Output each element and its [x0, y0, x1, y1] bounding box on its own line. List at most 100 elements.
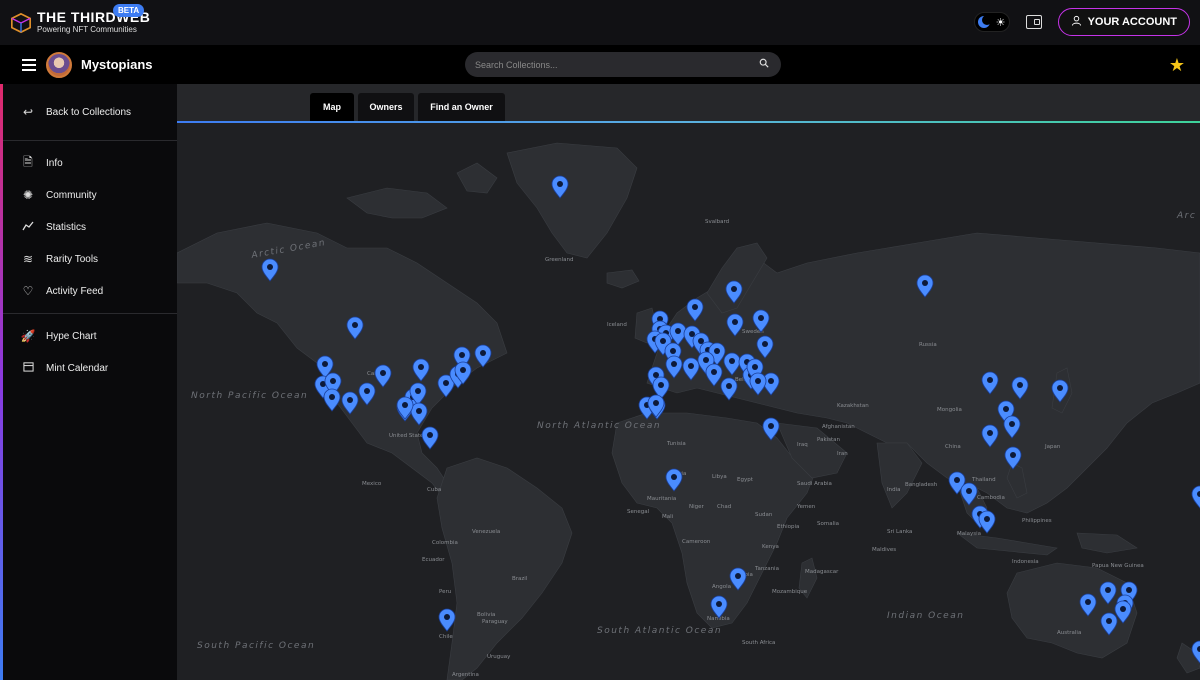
line-chart-icon [20, 220, 36, 234]
theme-toggle[interactable]: ☀ [973, 12, 1010, 32]
tab-find-an-owner[interactable]: Find an Owner [418, 93, 505, 121]
place-label: Tanzania [754, 566, 779, 572]
thirdweb-logo[interactable]: THE THIRDWEB Powering NFT Communities BE… [10, 4, 150, 35]
sidebar-item-label: Info [46, 157, 63, 169]
place-label: Brazil [512, 576, 528, 582]
world-map[interactable]: Arctic Ocean North Pacific Ocean North A… [177, 123, 1200, 680]
tab-map[interactable]: Map [310, 93, 354, 121]
sidebar: ↩ Back to Collections 🗎 Info ✺ Community… [0, 84, 177, 680]
sidebar-item-info[interactable]: 🗎 Info [3, 147, 177, 179]
place-label: Egypt [737, 477, 754, 483]
wallet-icon[interactable] [1025, 15, 1042, 29]
place-label: Argentina [452, 672, 479, 678]
heartbeat-icon: ♡ [22, 284, 34, 298]
ocean-label: Arc [1176, 211, 1196, 221]
place-label: Uruguay [487, 654, 511, 660]
search-icon[interactable] [759, 58, 773, 71]
tabs-bar: Map Owners Find an Owner [177, 84, 1200, 122]
place-label: Malaysia [957, 531, 981, 537]
map-panel: Map Owners Find an Owner Arctic Ocean No… [177, 84, 1200, 680]
collection-name: Mystopians [81, 57, 153, 72]
place-label: Yemen [796, 504, 816, 510]
place-label: India [887, 487, 901, 493]
place-label: Sri Lanka [887, 529, 912, 535]
place-label: Iceland [607, 322, 627, 328]
place-label: Paraguay [482, 619, 508, 625]
place-label: Mozambique [772, 589, 808, 595]
place-label: Venezuela [472, 529, 500, 535]
place-label: Australia [1057, 630, 1081, 636]
place-label: Cameroon [682, 539, 711, 545]
sidebar-item-community[interactable]: ✺ Community [3, 179, 177, 211]
calendar-icon [20, 361, 36, 375]
place-label: Thailand [971, 477, 996, 483]
collection-nav-bar: Mystopians ★ [0, 45, 1200, 84]
place-label: Chile [439, 634, 453, 640]
sidebar-item-label: Community [46, 189, 97, 201]
tab-owners[interactable]: Owners [358, 93, 414, 121]
search-input[interactable] [475, 59, 759, 70]
place-label: Maldives [872, 547, 896, 553]
layers-icon: ≋ [22, 252, 34, 266]
place-label: Mauritania [647, 496, 676, 502]
rocket-icon: 🚀 [20, 329, 36, 343]
place-label: Tunisia [666, 441, 686, 447]
sidebar-item-label: Statistics [46, 221, 87, 233]
place-label: Colombia [432, 540, 458, 546]
account-label: YOUR ACCOUNT [1087, 16, 1177, 28]
place-label: Kazakhstan [837, 403, 869, 409]
place-label: United States [389, 433, 426, 439]
place-label: Somalia [817, 521, 839, 527]
user-icon [1071, 15, 1082, 29]
logo-subtitle: Powering NFT Communities [37, 25, 137, 34]
collection-avatar [46, 51, 72, 78]
place-label: Cambodia [977, 495, 1005, 501]
place-label: South Africa [742, 640, 775, 646]
place-label: Afghanistan [822, 424, 855, 430]
back-label: Back to Collections [46, 106, 132, 118]
ocean-label: North Pacific Ocean [191, 391, 308, 401]
sidebar-item-mint-calendar[interactable]: Mint Calendar [3, 352, 177, 384]
ocean-label: South Pacific Ocean [197, 641, 315, 651]
ocean-label: South Atlantic Ocean [597, 626, 722, 636]
your-account-button[interactable]: YOUR ACCOUNT [1057, 8, 1190, 36]
search-bar[interactable] [465, 52, 781, 77]
place-label: Sudan [755, 512, 773, 518]
place-label: Cuba [427, 487, 441, 493]
place-label: China [945, 444, 961, 450]
sun-icon: ☀ [995, 16, 1006, 29]
back-arrow-icon: ↩ [22, 105, 34, 119]
place-label: Iran [837, 451, 848, 457]
place-label: Iraq [797, 442, 808, 448]
place-label: Madagascar [805, 569, 839, 575]
place-label: Saudi Arabia [797, 481, 832, 487]
place-label: Ethiopia [777, 524, 799, 530]
place-label: Mali [662, 514, 674, 520]
place-label: Ecuador [422, 557, 445, 563]
ocean-label: Indian Ocean [887, 611, 964, 621]
sidebar-item-label: Hype Chart [46, 330, 97, 342]
place-label: Russia [919, 342, 937, 348]
favorite-star-icon[interactable]: ★ [1169, 56, 1185, 74]
sidebar-item-rarity-tools[interactable]: ≋ Rarity Tools [3, 243, 177, 275]
cube-logo-icon [11, 12, 31, 33]
place-label: Philippines [1022, 518, 1052, 524]
top-bar: THE THIRDWEB Powering NFT Communities BE… [0, 0, 1200, 45]
sidebar-item-hype-chart[interactable]: 🚀 Hype Chart [3, 320, 177, 352]
sidebar-item-label: Rarity Tools [46, 253, 99, 265]
place-label: Japan [1044, 444, 1061, 450]
sidebar-item-activity-feed[interactable]: ♡ Activity Feed [3, 275, 177, 307]
place-label: Greenland [545, 257, 574, 263]
menu-icon[interactable] [22, 58, 36, 71]
document-icon: 🗎 [23, 154, 33, 169]
sidebar-item-statistics[interactable]: Statistics [3, 211, 177, 243]
place-label: Niger [689, 504, 705, 510]
sparkle-icon: ✺ [22, 188, 34, 202]
back-to-collections[interactable]: ↩ Back to Collections [3, 90, 177, 134]
sidebar-item-label: Mint Calendar [46, 362, 109, 374]
place-label: Pakistan [817, 437, 841, 443]
ocean-label: North Atlantic Ocean [537, 421, 661, 431]
beta-badge: BETA [113, 4, 145, 17]
place-label: Libya [712, 474, 727, 480]
place-label: Bolivia [477, 612, 495, 618]
